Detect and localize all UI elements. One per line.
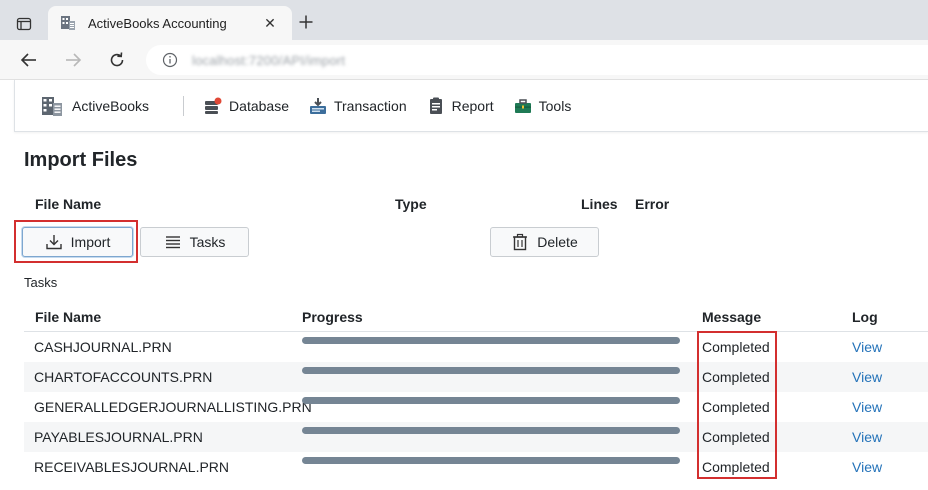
progress-fill xyxy=(302,367,680,374)
nav-item-transaction[interactable]: Transaction xyxy=(309,97,407,115)
column-message: Message xyxy=(702,309,762,325)
message-column-highlight xyxy=(697,331,777,479)
view-log-link[interactable]: View xyxy=(852,339,882,355)
table-row: PAYABLESJOURNAL.PRN Completed View xyxy=(24,422,928,452)
nav-item-database[interactable]: Database xyxy=(204,97,289,115)
progress-bar xyxy=(302,337,680,344)
progress-bar xyxy=(302,457,680,464)
import-button-highlight xyxy=(14,220,138,263)
column-progress: Progress xyxy=(302,309,363,325)
transaction-icon xyxy=(309,97,327,115)
view-log-link[interactable]: View xyxy=(852,429,882,445)
view-log-link[interactable]: View xyxy=(852,459,882,475)
nav-item-tools[interactable]: Tools xyxy=(514,97,571,115)
close-icon[interactable]: ✕ xyxy=(260,13,280,33)
ledger-icon xyxy=(60,15,76,31)
brand[interactable]: ActiveBooks xyxy=(41,95,149,117)
progress-fill xyxy=(302,457,680,464)
building-icon xyxy=(41,95,63,117)
table-row: CASHJOURNAL.PRN Completed View xyxy=(24,332,928,362)
header-type: Type xyxy=(395,196,427,212)
browser-tabstrip: ActiveBooks Accounting ✕ xyxy=(0,0,928,40)
progress-bar xyxy=(302,427,680,434)
browser-toolbar: localhost:7200/API/import xyxy=(0,40,928,80)
tasks-table: File Name Progress Message Log CASHJOURN… xyxy=(24,301,928,482)
browser-tab-active[interactable]: ActiveBooks Accounting ✕ xyxy=(48,6,292,40)
progress-fill xyxy=(302,337,680,344)
header-error: Error xyxy=(635,196,670,212)
database-icon xyxy=(204,97,222,115)
progress-bar xyxy=(302,397,680,404)
table-header: File Name Progress Message Log xyxy=(24,301,928,332)
header-file-name: File Name xyxy=(35,196,102,212)
table-row: RECEIVABLESJOURNAL.PRN Completed View xyxy=(24,452,928,482)
cell-file-name: RECEIVABLESJOURNAL.PRN xyxy=(34,459,230,475)
info-icon[interactable] xyxy=(162,52,178,68)
trash-icon xyxy=(511,233,529,251)
refresh-icon[interactable] xyxy=(105,48,129,72)
brand-label: ActiveBooks xyxy=(72,97,150,114)
tab-title: ActiveBooks Accounting xyxy=(88,15,227,31)
new-tab-icon[interactable] xyxy=(296,12,316,32)
page-title: Import Files xyxy=(24,149,138,171)
tasks-button[interactable]: Tasks xyxy=(140,227,249,257)
tab-actions-icon[interactable] xyxy=(12,12,36,36)
toolbox-icon xyxy=(514,97,532,115)
cell-file-name: CASHJOURNAL.PRN xyxy=(34,339,172,355)
table-row: CHARTOFACCOUNTS.PRN Completed View xyxy=(24,362,928,392)
tasks-section-label: Tasks xyxy=(24,275,58,290)
table-row: GENERALLEDGERJOURNALLISTING.PRN Complete… xyxy=(24,392,928,422)
nav-divider xyxy=(183,95,185,116)
table-body: CASHJOURNAL.PRN Completed View CHARTOFAC… xyxy=(24,332,928,482)
column-file-name: File Name xyxy=(35,309,102,325)
app-navbar: ActiveBooks Database Transaction Report … xyxy=(14,80,928,132)
report-icon xyxy=(427,97,445,115)
cell-file-name: PAYABLESJOURNAL.PRN xyxy=(34,429,203,445)
address-url: localhost:7200/API/import xyxy=(192,52,346,68)
nav-item-report[interactable]: Report xyxy=(427,97,494,115)
progress-fill xyxy=(302,397,680,404)
header-lines: Lines xyxy=(581,196,618,212)
progress-bar xyxy=(302,367,680,374)
cell-file-name: CHARTOFACCOUNTS.PRN xyxy=(34,369,213,385)
list-icon xyxy=(164,233,182,251)
address-bar[interactable]: localhost:7200/API/import xyxy=(146,45,928,75)
view-log-link[interactable]: View xyxy=(852,399,882,415)
back-arrow-icon[interactable] xyxy=(17,48,41,72)
cell-file-name: GENERALLEDGERJOURNALLISTING.PRN xyxy=(34,399,312,415)
view-log-link[interactable]: View xyxy=(852,369,882,385)
column-log: Log xyxy=(852,309,878,325)
delete-button[interactable]: Delete xyxy=(490,227,599,257)
progress-fill xyxy=(302,427,680,434)
forward-arrow-icon[interactable] xyxy=(61,48,85,72)
